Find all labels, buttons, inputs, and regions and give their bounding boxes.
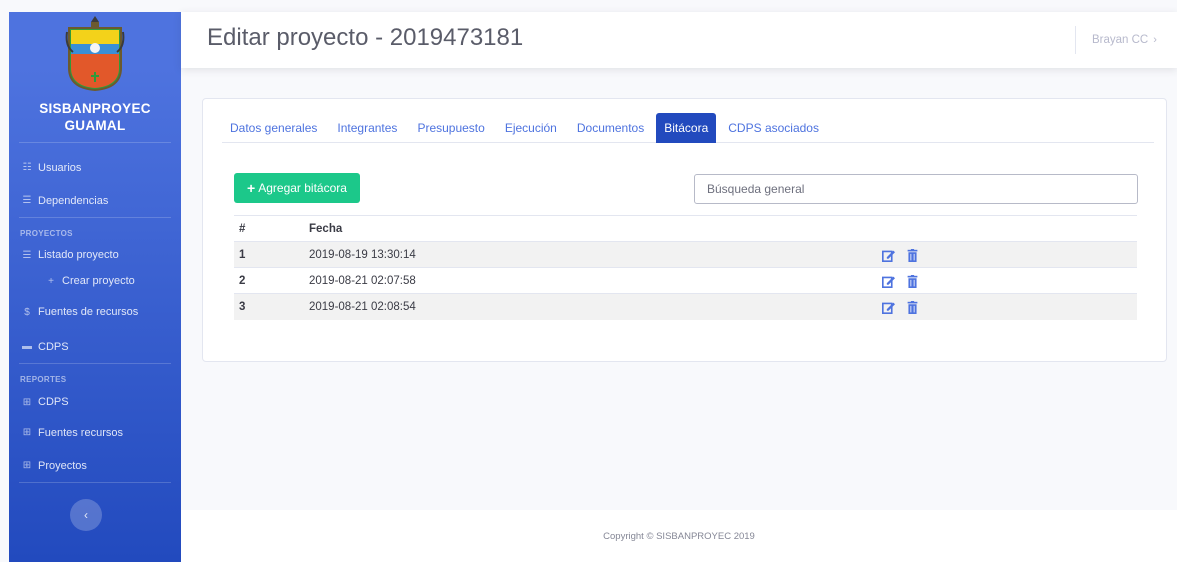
sidebar-heading-proyectos: PROYECTOS	[20, 228, 73, 238]
sidebar-item-fuentes-de-recursos[interactable]: $ Fuentes de recursos	[9, 294, 181, 330]
row-date: 2019-08-21 02:07:58	[304, 267, 877, 294]
trash-icon[interactable]	[907, 299, 918, 315]
sidebar-item-label: Fuentes recursos	[38, 426, 123, 439]
row-date: 2019-08-21 02:08:54	[304, 293, 877, 320]
sitemap-icon: ☰	[22, 195, 32, 206]
trash-icon[interactable]	[907, 247, 918, 263]
add-bitacora-button[interactable]: + Agregar bitácora	[234, 173, 360, 203]
sidebar-item-label: Dependencias	[38, 194, 109, 207]
sidebar-divider	[19, 363, 171, 364]
row-number: 3	[234, 293, 304, 320]
user-name: Brayan CC	[1092, 34, 1149, 46]
plus-icon: +	[48, 275, 54, 287]
row-number: 2	[234, 267, 304, 294]
row-number: 1	[234, 241, 304, 268]
sidebar-divider	[19, 217, 171, 218]
sidebar-item-cdps[interactable]: ▬ CDPS	[9, 330, 181, 363]
table-icon: ⊞	[22, 427, 32, 438]
row-actions	[877, 267, 1137, 294]
dollar-icon: $	[24, 306, 30, 318]
sidebar-item-label: Usuarios	[38, 161, 82, 174]
tab-cdps-asociados[interactable]: CDPS asociados	[720, 113, 827, 143]
tab-bitacora[interactable]: Bitácora	[656, 113, 717, 143]
table-header-row: # Fecha	[234, 215, 1137, 242]
edit-icon[interactable]	[882, 299, 895, 315]
edit-icon[interactable]	[882, 273, 895, 289]
sidebar-item-dependencias[interactable]: ☰ Dependencias	[9, 184, 181, 217]
add-bitacora-label: Agregar bitácora	[258, 181, 347, 195]
sidebar-item-usuarios[interactable]: ☷ Usuarios	[9, 151, 181, 184]
bitacora-table: # Fecha 1 2019-08-19 13:30:14 2 2019-08-…	[234, 215, 1137, 320]
copyright-text: Copyright © SISBANPROYEC 2019	[603, 530, 755, 542]
project-card: Datos generales Integrantes Presupuesto …	[202, 98, 1167, 362]
list-icon: ☰	[22, 249, 32, 261]
user-menu[interactable]: Brayan CC ›	[1075, 26, 1177, 54]
column-header-actions	[877, 215, 1137, 242]
sidebar-item-label: CDPS	[38, 340, 69, 353]
page-title: Editar proyecto - 2019473181	[207, 24, 524, 51]
plus-icon: +	[247, 180, 256, 196]
trash-icon[interactable]	[907, 273, 918, 289]
row-date: 2019-08-19 13:30:14	[304, 241, 877, 268]
sidebar-item-label: Proyectos	[38, 459, 87, 472]
sidebar-item-reporte-fuentes-recursos[interactable]: ⊞ Fuentes recursos	[9, 416, 181, 449]
footer: Copyright © SISBANPROYEC 2019	[181, 510, 1177, 562]
sidebar-item-label: Crear proyecto	[62, 275, 135, 287]
sidebar-item-crear-proyecto[interactable]: + Crear proyecto	[9, 268, 181, 294]
chevron-left-icon: ‹	[84, 508, 88, 522]
column-header-number: #	[234, 215, 304, 242]
table-row: 2 2019-08-21 02:07:58	[234, 267, 1137, 294]
sidebar-toggle-button[interactable]: ‹	[70, 499, 102, 531]
brand-line-2: GUAMAL	[64, 118, 126, 133]
guamal-crest-logo	[65, 16, 125, 92]
sidebar-item-label: Listado proyecto	[38, 249, 119, 261]
tab-datos-generales[interactable]: Datos generales	[222, 113, 325, 143]
edit-icon[interactable]	[882, 247, 895, 263]
tab-ejecucion[interactable]: Ejecución	[497, 113, 565, 143]
sidebar-heading-reportes: REPORTES	[20, 374, 67, 384]
tab-presupuesto[interactable]: Presupuesto	[409, 113, 492, 143]
tab-documentos[interactable]: Documentos	[569, 113, 652, 143]
table-row: 3 2019-08-21 02:08:54	[234, 293, 1137, 320]
sidebar-item-label: Fuentes de recursos	[38, 306, 139, 318]
brand-name: SISBANPROYEC GUAMAL	[39, 100, 151, 134]
table-icon: ⊞	[22, 460, 32, 471]
table-icon: ⊞	[22, 396, 32, 408]
tab-integrantes[interactable]: Integrantes	[329, 113, 405, 143]
sidebar-brand[interactable]: SISBANPROYEC GUAMAL	[9, 12, 181, 142]
brand-line-1: SISBANPROYEC	[39, 101, 151, 116]
sidebar-item-reporte-cdps[interactable]: ⊞ CDPS	[9, 388, 181, 416]
card-icon: ▬	[22, 341, 32, 352]
column-header-fecha: Fecha	[304, 215, 877, 242]
sidebar-divider	[19, 142, 171, 143]
sidebar-item-listado-proyecto[interactable]: ☰ Listado proyecto	[9, 242, 181, 268]
users-icon: ☷	[22, 162, 32, 173]
sidebar-divider	[19, 482, 171, 483]
sidebar-item-reporte-proyectos[interactable]: ⊞ Proyectos	[9, 449, 181, 482]
row-actions	[877, 293, 1137, 320]
row-actions	[877, 241, 1137, 268]
tab-bar: Datos generales Integrantes Presupuesto …	[222, 113, 1154, 143]
chevron-right-icon: ›	[1153, 34, 1157, 46]
sidebar: SISBANPROYEC GUAMAL ☷ Usuarios ☰ Depende…	[9, 12, 181, 562]
topbar: Editar proyecto - 2019473181 Brayan CC ›	[181, 12, 1177, 68]
sidebar-item-label: CDPS	[38, 396, 69, 408]
table-row: 1 2019-08-19 13:30:14	[234, 241, 1137, 268]
search-input[interactable]	[694, 174, 1138, 204]
